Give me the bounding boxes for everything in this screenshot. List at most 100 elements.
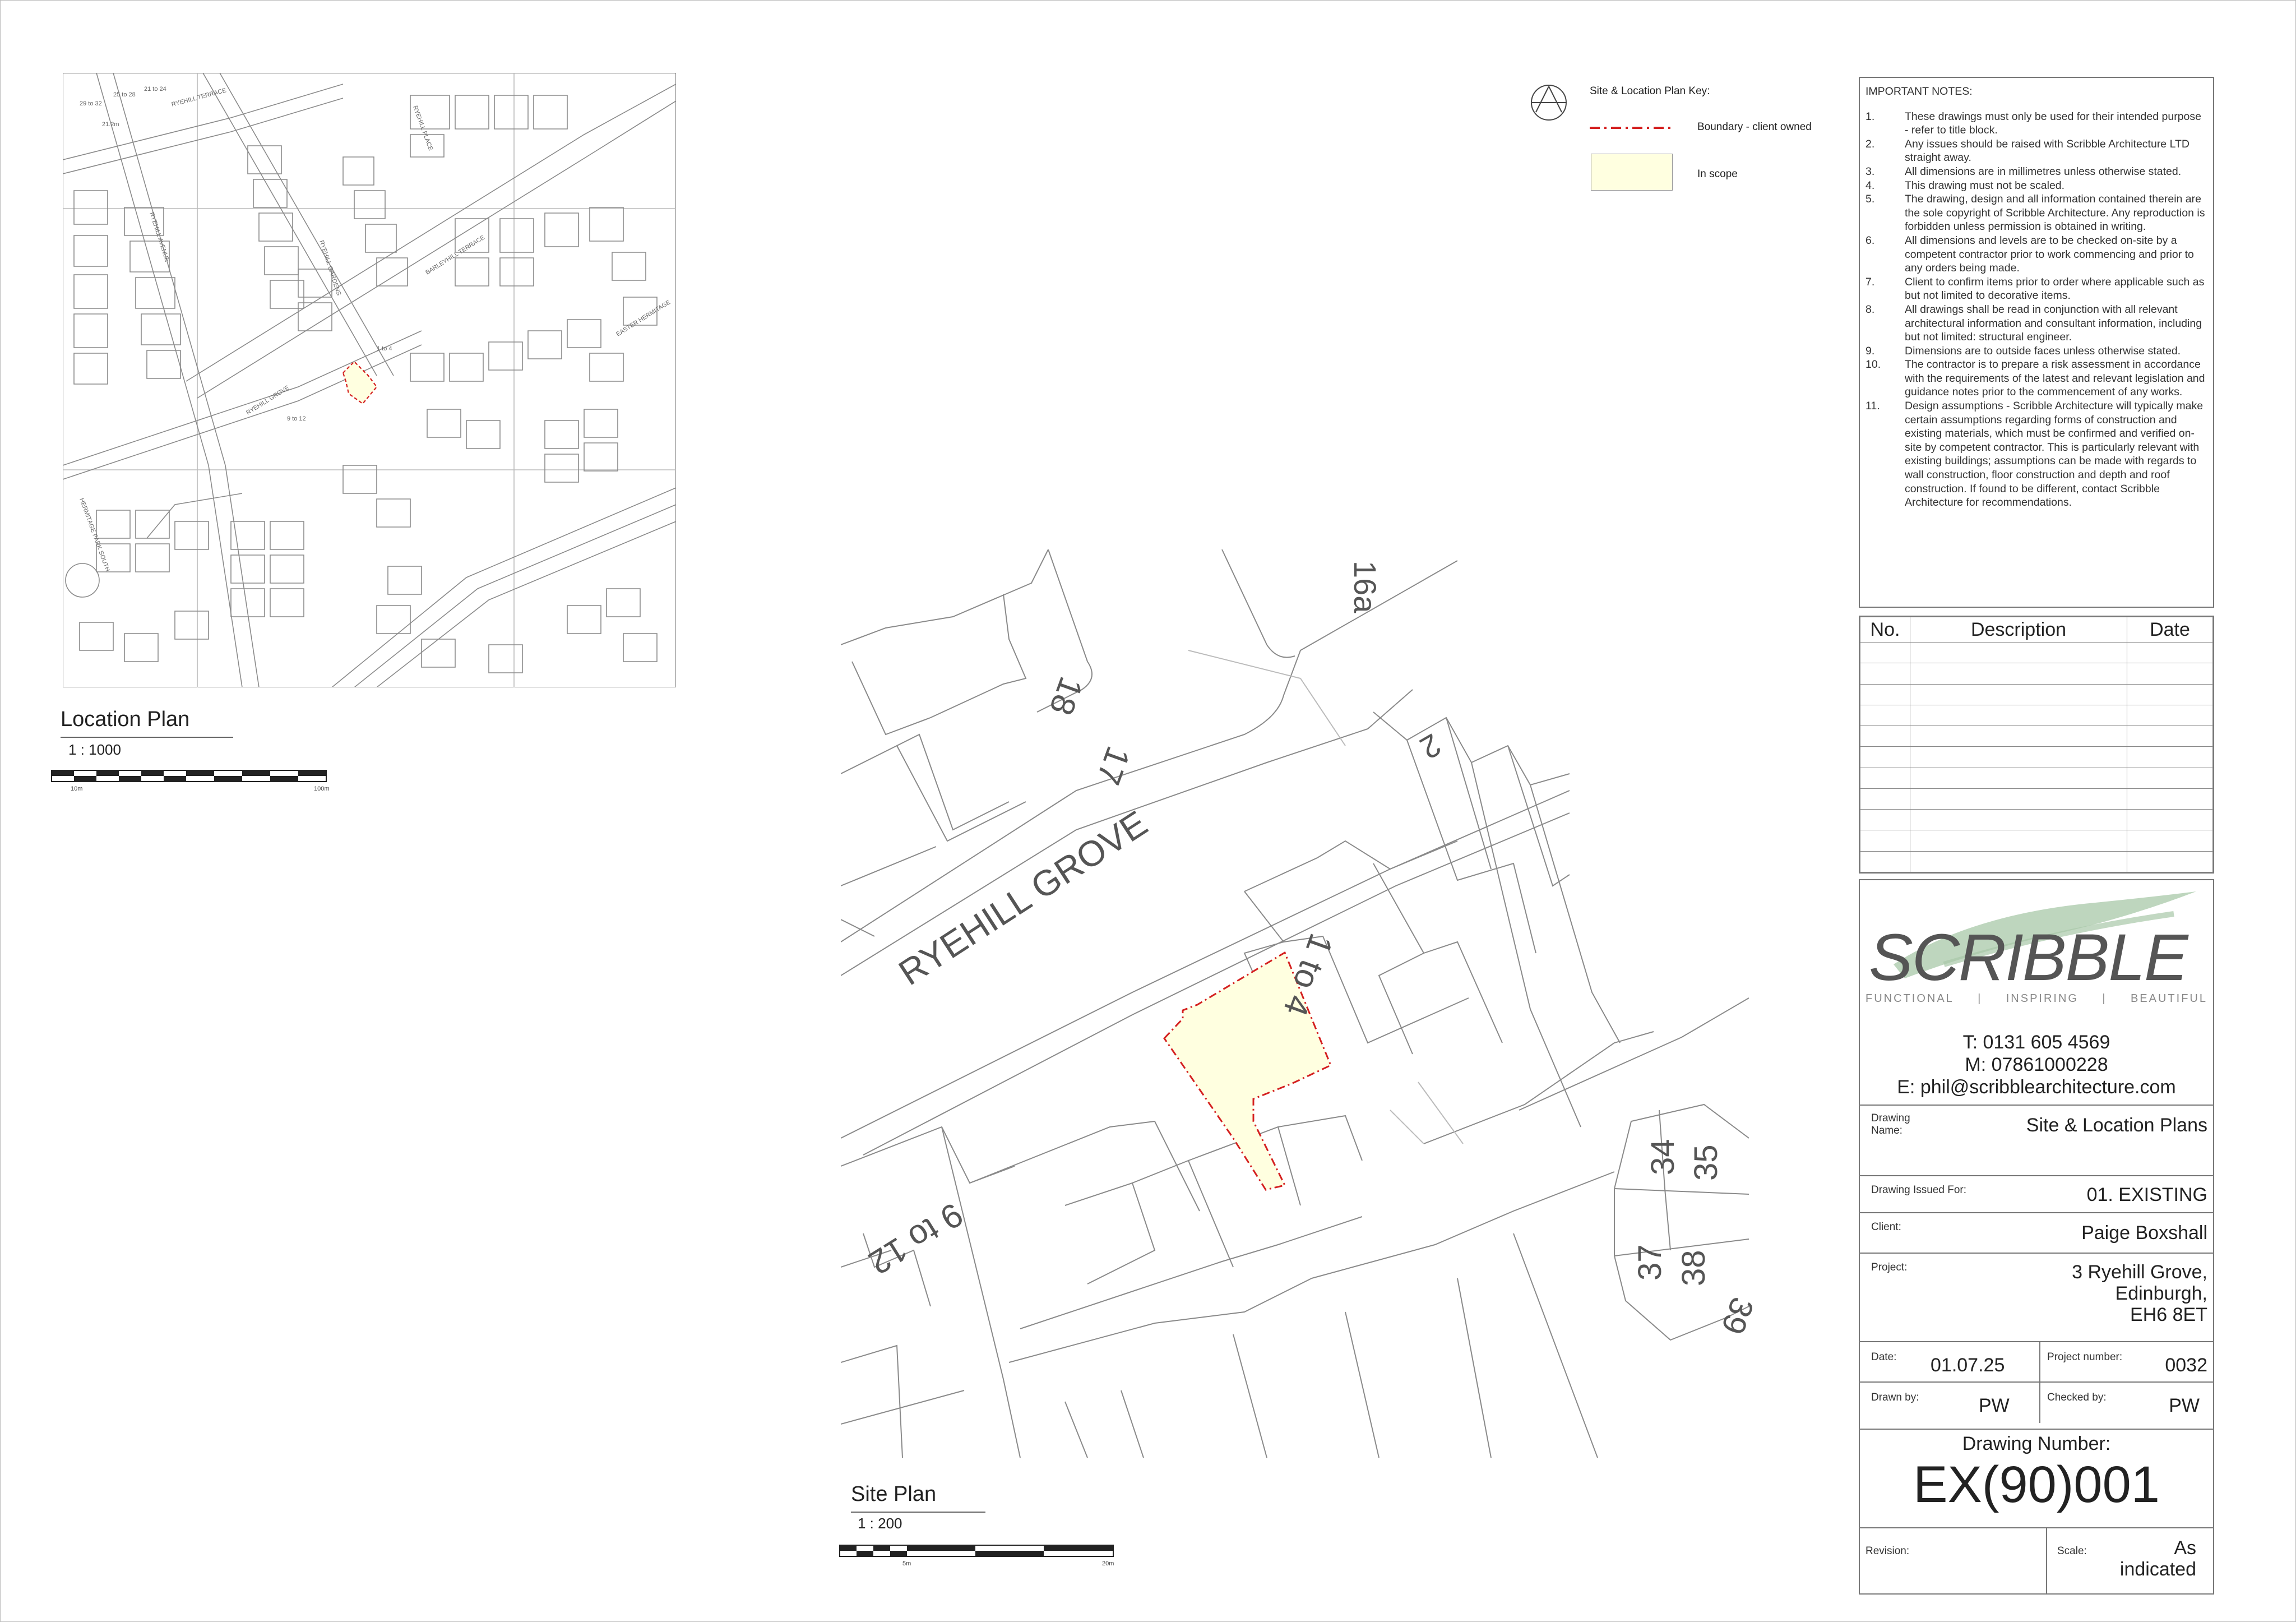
key-title: Site & Location Plan Key: — [1590, 85, 1710, 97]
svg-text:10m: 10m — [71, 785, 82, 792]
revision-cell — [1910, 767, 2127, 789]
revision-cell — [1910, 851, 2127, 873]
rev-header-date: Date — [2127, 617, 2213, 643]
rev-header-description: Description — [1910, 617, 2127, 643]
contact-email: E: phil@scribblearchitecture.com — [1897, 1076, 2176, 1098]
row-drawing-name: Drawing Name: Site & Location Plans — [1860, 1105, 2213, 1175]
row-revision: Revision: Scale: As indicated — [1860, 1527, 2213, 1595]
site-plan-scalebar: 5m 20m — [839, 1545, 1114, 1567]
revision-cell — [1910, 683, 2127, 705]
revision-label: Revision: — [1866, 1545, 1910, 1557]
revision-row — [1860, 704, 2213, 727]
revision-cell — [1910, 641, 2127, 664]
revision-row — [1860, 663, 2213, 685]
note-item: 4. This drawing must not be scaled. — [1866, 179, 2065, 192]
tagline-beautiful: BEAUTIFUL — [2130, 992, 2207, 1005]
revision-cell — [2127, 704, 2213, 727]
revision-table: No. Description Date — [1859, 616, 2214, 874]
key-in-scope-swatch — [1591, 154, 1673, 191]
tagline-sep: | — [1978, 992, 1983, 1005]
revision-cell — [1910, 663, 2127, 685]
notes-heading: IMPORTANT NOTES: — [1866, 85, 1973, 98]
revision-cell — [1860, 809, 1910, 831]
drawing-name-label: Drawing Name: — [1871, 1112, 1910, 1136]
revision-cell — [1910, 788, 2127, 810]
svg-text:100m: 100m — [314, 785, 330, 792]
tagline-inspiring: INSPIRING — [2006, 992, 2079, 1005]
revision-cell — [2127, 809, 2213, 831]
site-label-16a: 16a — [1348, 561, 1383, 613]
key-boundary-label: Boundary - client owned — [1697, 121, 1812, 133]
revision-rows — [1860, 641, 2213, 873]
contact-mobile: M: 07861000228 — [1965, 1054, 2108, 1075]
svg-text:5m: 5m — [902, 1560, 911, 1567]
revision-cell — [2127, 788, 2213, 810]
note-item: 7. Client to confirm items prior to order… — [1866, 275, 2205, 302]
revision-row — [1860, 767, 2213, 789]
revision-cell — [1860, 851, 1910, 873]
revision-cell — [1860, 746, 1910, 768]
note-item: 10. The contractor is to prepare a risk a… — [1866, 358, 2205, 399]
drawing-number-label: Drawing Number: — [1962, 1433, 2111, 1454]
loc-street-label: 29 to 32 — [80, 100, 102, 107]
revision-cell — [1910, 809, 2127, 831]
revision-cell — [2127, 663, 2213, 685]
issued-for-value: 01. EXISTING — [2086, 1184, 2207, 1205]
site-boundary — [1163, 951, 1332, 1191]
revision-cell — [2127, 683, 2213, 705]
revision-row — [1860, 725, 2213, 747]
revision-cell — [1860, 725, 1910, 747]
row-date: Date: 01.07.25 Project number: 0032 — [1860, 1341, 2213, 1383]
date-value: 01.07.25 — [1931, 1355, 2005, 1376]
location-plan-title-underline — [61, 737, 233, 738]
revision-cell — [1910, 746, 2127, 768]
revision-cell — [1860, 767, 1910, 789]
note-item: 11. Design assumptions - Scribble Archite… — [1866, 400, 2204, 509]
checked-by-value: PW — [2169, 1395, 2200, 1416]
row-issued-for: Drawing Issued For: 01. EXISTING — [1860, 1175, 2213, 1212]
revision-cell — [1860, 683, 1910, 705]
row-drawing-number: Drawing Number: EX(90)001 — [1860, 1429, 2213, 1527]
svg-text:20m: 20m — [1102, 1560, 1114, 1567]
tagline-sep: | — [2102, 992, 2107, 1005]
revision-divider — [2046, 1528, 2047, 1595]
svg-text:21.2m: 21.2m — [102, 121, 119, 128]
svg-text:25 to 28: 25 to 28 — [113, 91, 136, 98]
revision-row — [1860, 830, 2213, 852]
title-block: SCRIBBLE FUNCTIONAL | INSPIRING | BEAUTI… — [1859, 879, 2214, 1595]
revision-cell — [1860, 788, 1910, 810]
revision-cell — [2127, 767, 2213, 789]
drawing-number-value: EX(90)001 — [1913, 1456, 2160, 1513]
revision-cell — [2127, 641, 2213, 664]
row-client: Client: Paige Boxshall — [1860, 1212, 2213, 1253]
svg-text:SCRIBBLE: SCRIBBLE — [1869, 921, 2189, 995]
project-number-label: Project number: — [2047, 1351, 2123, 1363]
note-item: 5. The drawing, design and all informatio… — [1866, 193, 2205, 233]
revision-cell — [2127, 830, 2213, 852]
revision-row — [1860, 683, 2213, 705]
contact-phone: T: 0131 605 4569 — [1962, 1032, 2110, 1053]
north-arrow-icon — [1531, 85, 1567, 121]
note-item: 9. Dimensions are to outside faces unless… — [1866, 344, 2181, 357]
revision-row — [1860, 746, 2213, 768]
revision-cell — [2127, 725, 2213, 747]
revision-cell — [1860, 704, 1910, 727]
site-plan-title: Site Plan — [851, 1482, 937, 1506]
note-item: 3. All dimensions are in millimetres unle… — [1866, 165, 2182, 178]
project-line-1: 3 Ryehill Grove, — [2072, 1261, 2207, 1283]
revision-cell — [1910, 830, 2127, 852]
site-label-35: 35 — [1688, 1144, 1724, 1181]
scale-label: Scale: — [2057, 1545, 2087, 1557]
revision-cell — [1910, 704, 2127, 727]
revision-row — [1860, 851, 2213, 873]
site-plan-scale: 1 : 200 — [858, 1515, 902, 1532]
rev-header-no: No. — [1860, 617, 1910, 643]
revision-cell — [2127, 746, 2213, 768]
svg-text:21 to 24: 21 to 24 — [144, 86, 166, 93]
revision-cell — [1910, 725, 2127, 747]
drawn-by-value: PW — [1979, 1395, 2010, 1416]
revision-cell — [1860, 830, 1910, 852]
drawn-by-label: Drawn by: — [1871, 1392, 1919, 1403]
svg-text:1 to 4: 1 to 4 — [377, 345, 392, 352]
site-plan-title-underline — [851, 1512, 985, 1513]
